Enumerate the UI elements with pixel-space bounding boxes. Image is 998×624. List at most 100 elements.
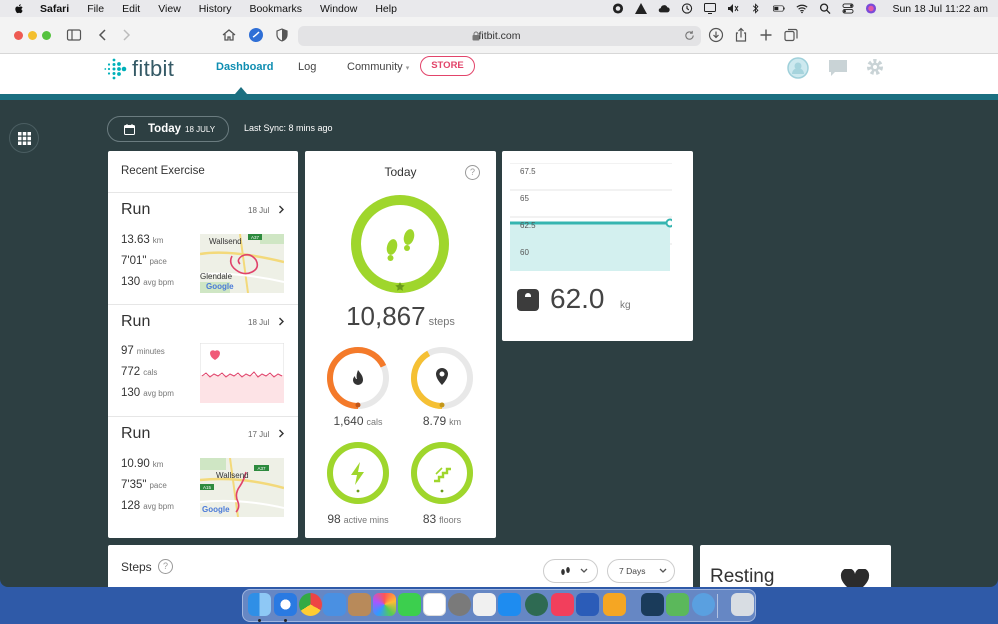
steps-ring[interactable] <box>350 194 450 294</box>
avatar[interactable] <box>787 57 809 79</box>
steps-count: 10,867 steps <box>346 301 455 331</box>
dock-app-store-icon[interactable] <box>498 593 521 616</box>
privacy-shield-icon[interactable] <box>274 27 290 43</box>
distance-ring[interactable] <box>410 346 474 410</box>
back-icon[interactable] <box>95 27 111 43</box>
nav-dashboard[interactable]: Dashboard <box>216 61 273 73</box>
menu-view[interactable]: View <box>158 3 181 15</box>
address-url: fitbit.com <box>478 30 521 42</box>
weight-card[interactable]: 67.5 65 62.5 60 62.0 kg <box>502 151 693 341</box>
menu-history[interactable]: History <box>199 3 232 15</box>
chevron-right-icon <box>279 205 284 214</box>
menu-edit[interactable]: Edit <box>122 3 140 15</box>
dock <box>242 589 756 622</box>
footsteps-icon <box>561 566 570 575</box>
resting-heart-rate-card[interactable]: Resting <box>700 545 891 587</box>
extension-icon[interactable] <box>248 27 264 43</box>
tab-overview-icon[interactable] <box>783 27 799 43</box>
today-card: Today ? 10,867 steps 1,640 cals 8.79 km … <box>305 151 496 538</box>
nav-community[interactable]: Community ▾ <box>347 61 409 73</box>
calories-value: 1,640 cals <box>333 414 383 428</box>
siri-icon[interactable] <box>865 3 877 14</box>
exercise-stat: 10.90 km <box>121 458 164 470</box>
bluetooth-icon[interactable] <box>750 3 762 14</box>
calories-ring[interactable] <box>326 346 390 410</box>
exercise-item-1[interactable]: Run 18 Jul 13.63 km 7'01" pace 130 avg bpm … <box>108 193 298 303</box>
dock-finder-icon[interactable] <box>248 593 271 616</box>
window-close-button[interactable] <box>14 31 23 40</box>
dock-word-icon[interactable] <box>576 593 599 616</box>
dock-photos-icon[interactable] <box>373 593 396 616</box>
control-center-icon[interactable] <box>842 3 854 14</box>
spotlight-search-icon[interactable] <box>819 3 831 14</box>
time-machine-icon[interactable] <box>681 3 693 14</box>
downloads-icon[interactable] <box>708 27 724 43</box>
dock-safari-icon[interactable] <box>274 593 297 616</box>
active-minutes-value: 98 active mins <box>327 512 389 526</box>
messages-icon[interactable] <box>828 59 848 77</box>
fitbit-logo-text: fitbit <box>132 56 175 81</box>
exercise-item-2[interactable]: Run 18 Jul 97 minutes 772 cals 130 avg bpm <box>108 305 298 415</box>
display-icon[interactable] <box>704 3 717 14</box>
dock-news-icon[interactable] <box>473 593 496 616</box>
fitbit-logo[interactable]: fitbit <box>104 56 174 82</box>
gear-icon[interactable] <box>865 57 885 77</box>
address-bar[interactable]: fitbit.com <box>298 26 701 46</box>
metric-select[interactable] <box>543 559 598 583</box>
menu-help[interactable]: Help <box>375 3 397 15</box>
new-tab-icon[interactable] <box>758 27 774 43</box>
weight-area <box>510 223 670 271</box>
weight-tick-label: 67.5 <box>520 167 536 176</box>
dock-running-indicator <box>284 619 287 622</box>
menu-app-name[interactable]: Safari <box>40 3 69 15</box>
active-minutes-ring[interactable] <box>326 441 390 505</box>
exercise-date: 17 Jul <box>248 430 270 439</box>
mute-icon[interactable] <box>727 3 739 14</box>
store-button[interactable]: STORE <box>420 56 475 76</box>
apps-grid-button[interactable] <box>9 123 39 153</box>
dock-clock-icon[interactable] <box>525 593 548 616</box>
apple-icon[interactable] <box>14 3 24 15</box>
floors-value: 83 floors <box>422 512 462 526</box>
sidebar-toggle-icon[interactable] <box>66 27 82 43</box>
menu-file[interactable]: File <box>87 3 104 15</box>
forward-icon[interactable] <box>118 27 134 43</box>
lightning-icon <box>351 462 364 485</box>
warning-icon[interactable] <box>635 3 648 14</box>
dock-launchpad-icon[interactable] <box>603 593 626 616</box>
range-select[interactable]: 7 Days <box>607 559 675 583</box>
nav-log[interactable]: Log <box>298 61 316 73</box>
menu-window[interactable]: Window <box>320 3 357 15</box>
battery-icon[interactable] <box>773 3 786 14</box>
window-zoom-button[interactable] <box>42 31 51 40</box>
dock-contacts-icon[interactable] <box>348 593 371 616</box>
dock-trash-icon[interactable] <box>731 593 754 616</box>
floors-ring[interactable] <box>410 441 474 505</box>
exercise-stat: 130 avg bpm <box>121 387 174 399</box>
today-help-button[interactable]: ? <box>465 165 480 180</box>
share-icon[interactable] <box>733 27 749 43</box>
window-minimize-button[interactable] <box>28 31 37 40</box>
menu-clock[interactable]: Sun 18 Jul 11:22 am <box>892 3 988 15</box>
cloud-upload-icon[interactable] <box>658 3 671 14</box>
dock-mail-icon[interactable] <box>323 593 346 616</box>
steps-help-button[interactable]: ? <box>158 559 173 574</box>
dock-notes-icon[interactable] <box>423 593 446 616</box>
weight-tick-label: 62.5 <box>520 221 536 230</box>
weight-unit: kg <box>620 300 631 311</box>
dock-app-icon[interactable] <box>641 593 664 616</box>
dock-chrome-icon[interactable] <box>299 593 322 616</box>
dock-maps-icon[interactable] <box>666 593 689 616</box>
dock-messages-icon[interactable] <box>398 593 421 616</box>
reload-icon[interactable] <box>684 30 695 41</box>
browser-window: fitbit.com fitbit Dashboard Log Communit… <box>0 17 998 587</box>
dock-music-icon[interactable] <box>551 593 574 616</box>
grammarly-icon[interactable] <box>612 3 624 14</box>
exercise-item-3[interactable]: Run 17 Jul 10.90 km 7'35" pace 128 avg bpm … <box>108 417 298 527</box>
date-selector[interactable]: Today 18 JULY <box>107 116 229 142</box>
dock-app-icon[interactable] <box>692 593 715 616</box>
menu-bookmarks[interactable]: Bookmarks <box>249 3 302 15</box>
dock-settings-icon[interactable] <box>448 593 471 616</box>
wifi-icon[interactable] <box>796 3 808 14</box>
home-icon[interactable] <box>221 27 237 43</box>
